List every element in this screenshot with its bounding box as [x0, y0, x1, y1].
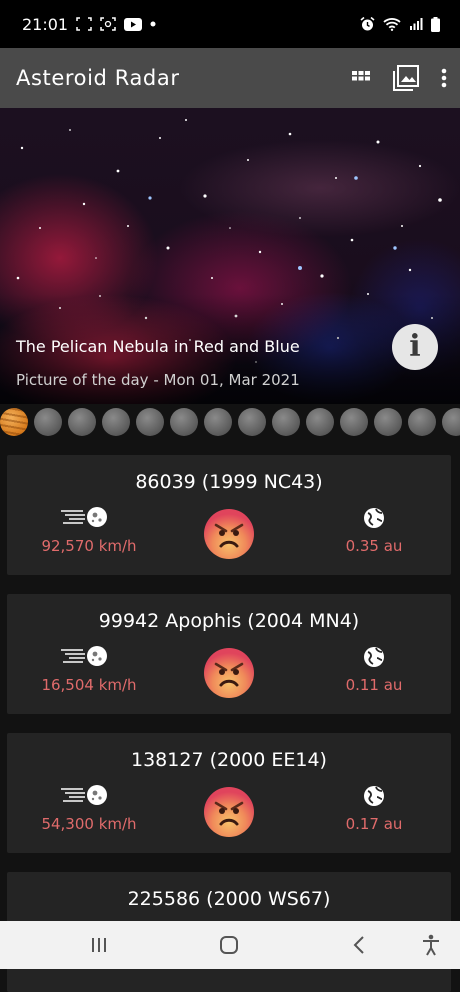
asteroid-distance: 0.11 au	[345, 676, 403, 694]
earth-icon	[363, 785, 385, 811]
angry-face-icon	[203, 508, 255, 560]
asteroid-name: 99942 Apophis (2004 MN4)	[98, 610, 360, 632]
signal-icon	[409, 17, 423, 31]
pager-dot[interactable]	[204, 408, 232, 436]
speed-icon	[59, 783, 111, 811]
asteroid-distance: 0.35 au	[345, 537, 403, 555]
system-nav-bar	[0, 921, 460, 969]
picture-title: The Pelican Nebula in Red and Blue	[16, 337, 300, 356]
asteroid-name: 225586 (2000 WS67)	[127, 888, 331, 910]
pager-dot[interactable]	[374, 408, 402, 436]
alarm-icon	[360, 16, 375, 32]
pager-dot[interactable]	[136, 408, 164, 436]
accessibility-icon[interactable]	[416, 921, 446, 969]
angry-face-icon	[203, 786, 255, 838]
more-vert-icon[interactable]	[440, 67, 448, 89]
picture-of-day[interactable]: The Pelican Nebula in Red and Blue Pictu…	[0, 108, 460, 404]
pager-dot[interactable]	[408, 408, 436, 436]
back-icon[interactable]	[344, 921, 374, 969]
status-time: 21:01	[22, 14, 69, 34]
pager-dot[interactable]	[68, 408, 96, 436]
pager-dot-active[interactable]	[0, 408, 28, 436]
battery-icon	[431, 16, 440, 32]
speed-icon	[59, 644, 111, 672]
app-bar: Asteroid Radar	[0, 48, 460, 108]
pager-dot[interactable]	[272, 408, 300, 436]
pager-dot[interactable]	[306, 408, 334, 436]
screenshot-icon	[100, 17, 116, 31]
earth-icon	[363, 646, 385, 672]
asteroid-velocity: 54,300 km/h	[41, 815, 137, 833]
angry-face-icon	[203, 647, 255, 699]
pager-dot[interactable]	[170, 408, 198, 436]
image-icon[interactable]	[392, 64, 420, 92]
pager-dot[interactable]	[238, 408, 266, 436]
info-icon[interactable]: i	[392, 324, 438, 370]
asteroid-card[interactable]: 86039 (1999 NC43) 92,570 km/h 0.35 au	[7, 455, 451, 575]
picture-pager[interactable]	[0, 404, 460, 440]
notification-dot-icon	[150, 21, 156, 27]
speed-icon	[59, 505, 111, 533]
status-bar: 21:01	[0, 0, 460, 48]
recent-apps-icon[interactable]	[84, 921, 114, 969]
wifi-icon	[383, 17, 401, 31]
asteroid-velocity: 92,570 km/h	[41, 537, 137, 555]
pager-dot[interactable]	[340, 408, 368, 436]
app-title: Asteroid Radar	[16, 66, 180, 90]
asteroid-card[interactable]: 99942 Apophis (2004 MN4) 16,504 km/h 0.11 …	[7, 594, 451, 714]
asteroid-velocity: 16,504 km/h	[41, 676, 137, 694]
asteroid-distance: 0.17 au	[345, 815, 403, 833]
pager-dot[interactable]	[442, 408, 460, 436]
picture-subtitle: Picture of the day - Mon 01, Mar 2021	[16, 371, 300, 389]
asteroid-card[interactable]: 138127 (2000 EE14) 54,300 km/h 0.17 au	[7, 733, 451, 853]
home-icon[interactable]	[214, 921, 244, 969]
grid-icon[interactable]	[350, 67, 372, 89]
earth-icon	[363, 507, 385, 533]
pager-dot[interactable]	[102, 408, 130, 436]
pager-dot[interactable]	[34, 408, 62, 436]
screen-record-icon	[76, 17, 92, 31]
youtube-icon	[124, 17, 143, 31]
asteroid-name: 86039 (1999 NC43)	[135, 471, 323, 493]
asteroid-name: 138127 (2000 EE14)	[131, 749, 327, 771]
